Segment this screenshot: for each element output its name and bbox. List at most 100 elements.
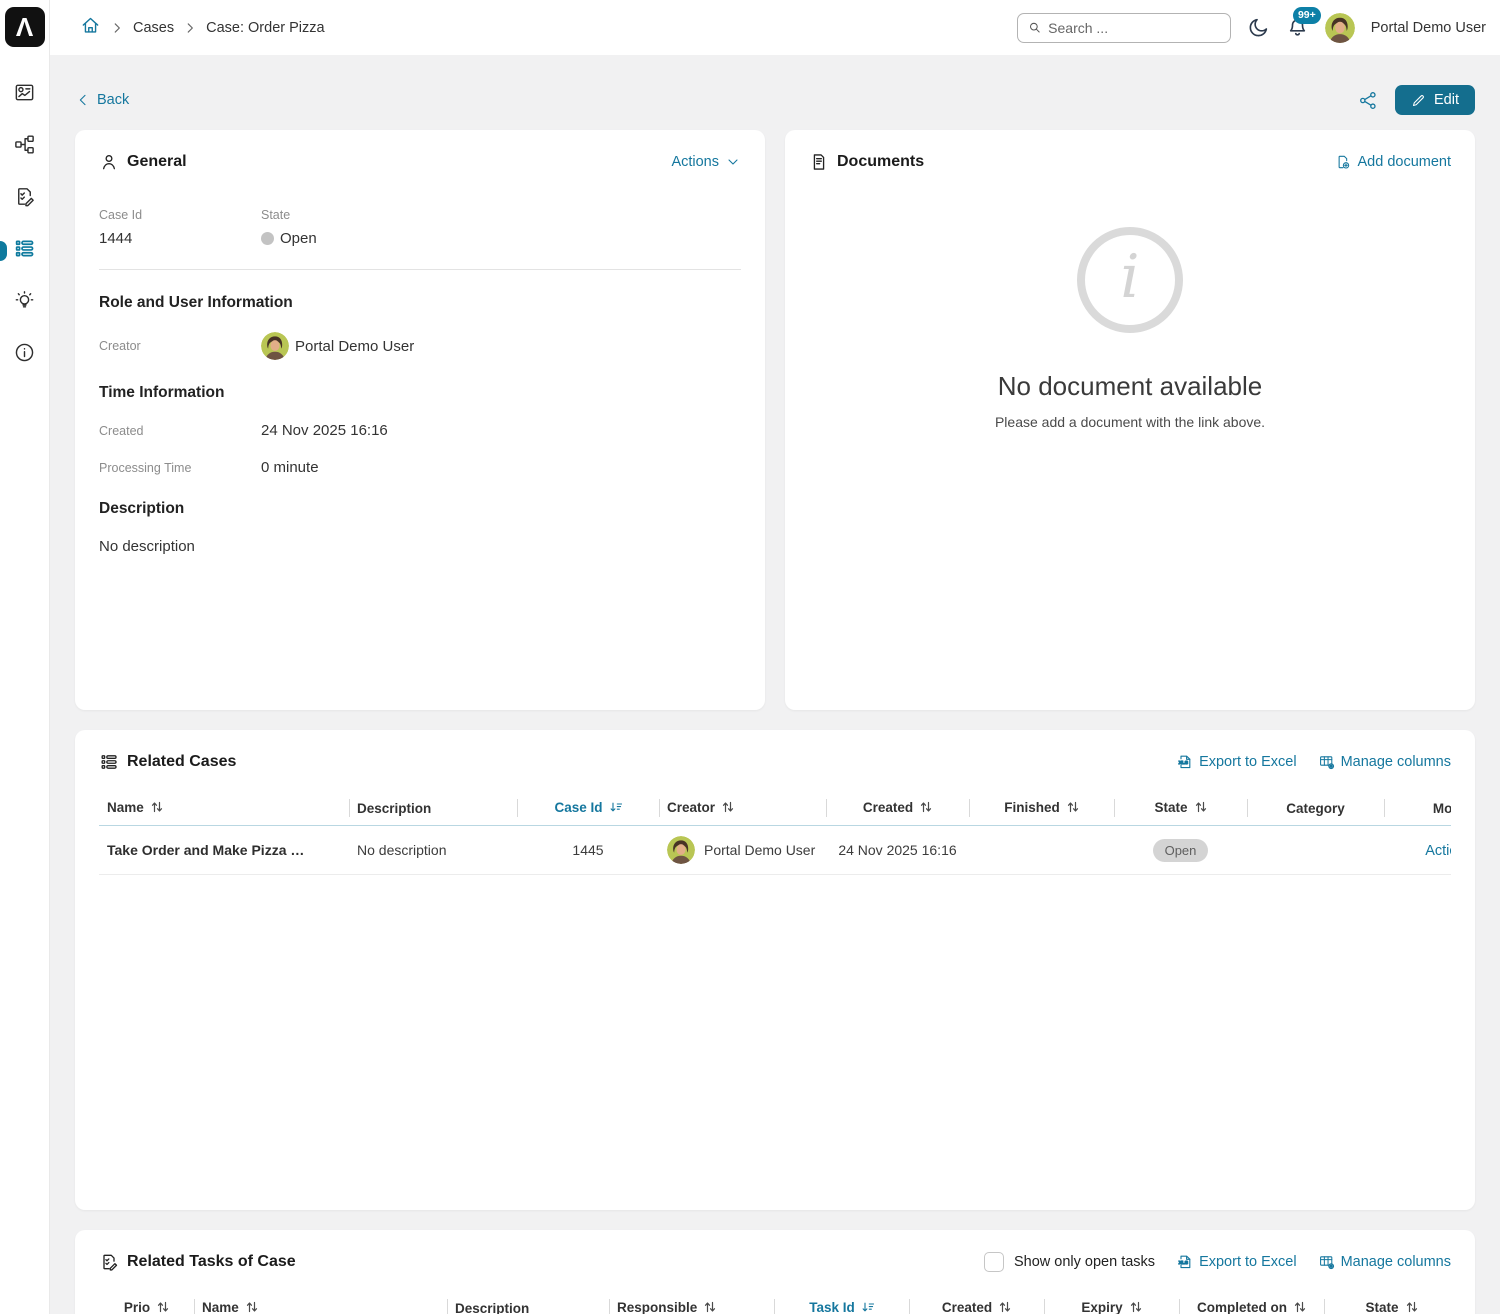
- related-tasks-card: Related Tasks of Case Show only open tas…: [75, 1230, 1475, 1314]
- sidebar-item-tasks[interactable]: [0, 173, 50, 225]
- topbar: Cases Case: Order Pizza 99+ Portal Demo …: [50, 0, 1500, 55]
- excel-file-icon: [1177, 1254, 1193, 1270]
- sort-icon: [1130, 1301, 1142, 1314]
- general-card: General Actions Case Id 1444 State: [75, 130, 765, 710]
- sidebar-item-ideas[interactable]: [0, 277, 50, 329]
- state-value: Open: [280, 230, 317, 247]
- sidebar-item-cases[interactable]: [0, 225, 50, 277]
- col-header-more: More: [1384, 794, 1451, 826]
- show-only-open-tasks-label: Show only open tasks: [1014, 1254, 1155, 1270]
- user-avatar[interactable]: [1325, 13, 1355, 43]
- share-button[interactable]: [1358, 90, 1379, 111]
- col-header-case-id[interactable]: Case Id: [517, 794, 659, 826]
- documents-card-title: Documents: [809, 152, 924, 172]
- row-actions-button[interactable]: Actions: [1425, 843, 1451, 859]
- case-id-value: 1444: [99, 230, 261, 247]
- time-section-title: Time Information: [99, 384, 741, 402]
- sidebar-item-dashboards[interactable]: [0, 69, 50, 121]
- processing-time-label: Processing Time: [99, 461, 261, 475]
- info-icon: [13, 341, 36, 369]
- user-name[interactable]: Portal Demo User: [1371, 20, 1486, 36]
- state-dot: [261, 232, 274, 245]
- col-header-state[interactable]: State: [1114, 794, 1247, 826]
- cell-finished: [969, 826, 1114, 875]
- sort-icon: [704, 1301, 716, 1314]
- cell-description: No description: [349, 826, 517, 875]
- cell-name[interactable]: Take Order and Make Pizza …: [99, 826, 349, 875]
- app-logo[interactable]: Λ: [5, 7, 45, 47]
- col-header-creator[interactable]: Creator: [659, 794, 826, 826]
- state-badge: Open: [1153, 839, 1209, 862]
- col-header-finished[interactable]: Finished: [969, 794, 1114, 826]
- general-card-title: General: [99, 152, 187, 172]
- created-label: Created: [99, 424, 261, 438]
- cell-case-id: 1445: [517, 826, 659, 875]
- cell-creator: Portal Demo User: [659, 826, 826, 875]
- col-header-task-created[interactable]: Created: [909, 1294, 1044, 1314]
- manage-columns-icon: [1319, 754, 1335, 770]
- breadcrumb: Cases Case: Order Pizza: [80, 15, 325, 40]
- dark-mode-toggle[interactable]: [1247, 16, 1270, 39]
- manage-columns-button[interactable]: Manage columns: [1319, 754, 1451, 770]
- col-header-expiry[interactable]: Expiry: [1044, 1294, 1179, 1314]
- documents-empty-title: No document available: [998, 371, 1263, 402]
- cell-category: [1247, 826, 1384, 875]
- moon-icon: [1247, 16, 1270, 39]
- processing-time-value: 0 minute: [261, 459, 319, 476]
- search-input[interactable]: [1048, 20, 1220, 36]
- global-search: [1017, 13, 1231, 43]
- back-button[interactable]: Back: [75, 92, 129, 108]
- related-cases-card: Related Cases Export to Excel Manage col…: [75, 730, 1475, 1210]
- related-cases-title: Related Cases: [99, 752, 236, 772]
- col-header-task-name[interactable]: Name: [194, 1294, 447, 1314]
- sort-icon: [999, 1301, 1011, 1314]
- sort-icon: [920, 801, 932, 816]
- sort-desc-icon: [610, 801, 622, 816]
- col-header-completed-on[interactable]: Completed on: [1179, 1294, 1324, 1314]
- case-id-label: Case Id: [99, 208, 261, 222]
- related-cases-table: Name Description Case Id Creator Created…: [99, 794, 1451, 875]
- show-only-open-tasks-checkbox[interactable]: [984, 1252, 1004, 1272]
- col-header-task-id[interactable]: Task Id: [774, 1294, 909, 1314]
- edit-button[interactable]: Edit: [1395, 85, 1475, 115]
- breadcrumb-cases[interactable]: Cases: [133, 20, 174, 36]
- col-header-task-description: Description: [447, 1294, 609, 1314]
- cell-created: 24 Nov 2025 16:16: [826, 826, 969, 875]
- lightbulb-icon: [13, 289, 36, 317]
- sort-icon: [246, 1301, 258, 1314]
- description-title: Description: [99, 500, 741, 518]
- col-header-task-state[interactable]: State: [1324, 1294, 1451, 1314]
- sidebar-nav: [0, 69, 49, 381]
- sort-desc-icon: [862, 1301, 874, 1314]
- sidebar-item-processes[interactable]: [0, 121, 50, 173]
- home-icon[interactable]: [80, 15, 101, 40]
- manage-columns-icon: [1319, 1254, 1335, 1270]
- sort-icon: [157, 1301, 169, 1314]
- documents-empty-hint: Please add a document with the link abov…: [995, 414, 1265, 430]
- sidebar-item-info[interactable]: [0, 329, 50, 381]
- table-row[interactable]: Take Order and Make Pizza … No descripti…: [99, 826, 1451, 875]
- sort-icon: [1406, 1301, 1418, 1314]
- pencil-icon: [1411, 93, 1426, 108]
- actions-dropdown[interactable]: Actions: [671, 154, 741, 170]
- show-only-open-tasks: Show only open tasks: [984, 1252, 1155, 1272]
- chevron-down-icon: [725, 154, 741, 170]
- tasks-manage-columns-button[interactable]: Manage columns: [1319, 1254, 1451, 1270]
- col-header-created[interactable]: Created: [826, 794, 969, 826]
- export-excel-button[interactable]: Export to Excel: [1177, 754, 1297, 770]
- col-header-name[interactable]: Name: [99, 794, 349, 826]
- cell-actions: Actions: [1384, 826, 1451, 875]
- chevron-right-icon: [110, 21, 124, 35]
- info-circle-icon: i: [1077, 227, 1183, 333]
- col-header-responsible[interactable]: Responsible: [609, 1294, 774, 1314]
- breadcrumb-current: Case: Order Pizza: [206, 20, 324, 36]
- document-icon: [809, 152, 829, 172]
- add-document-button[interactable]: Add document: [1335, 154, 1451, 170]
- col-header-prio[interactable]: Prio: [99, 1294, 194, 1314]
- tasks-export-excel-button[interactable]: Export to Excel: [1177, 1254, 1297, 1270]
- share-icon: [1358, 90, 1379, 111]
- cell-state: Open: [1114, 826, 1247, 875]
- state-label: State: [261, 208, 423, 222]
- notifications-button[interactable]: 99+: [1286, 16, 1309, 39]
- divider: [99, 269, 741, 270]
